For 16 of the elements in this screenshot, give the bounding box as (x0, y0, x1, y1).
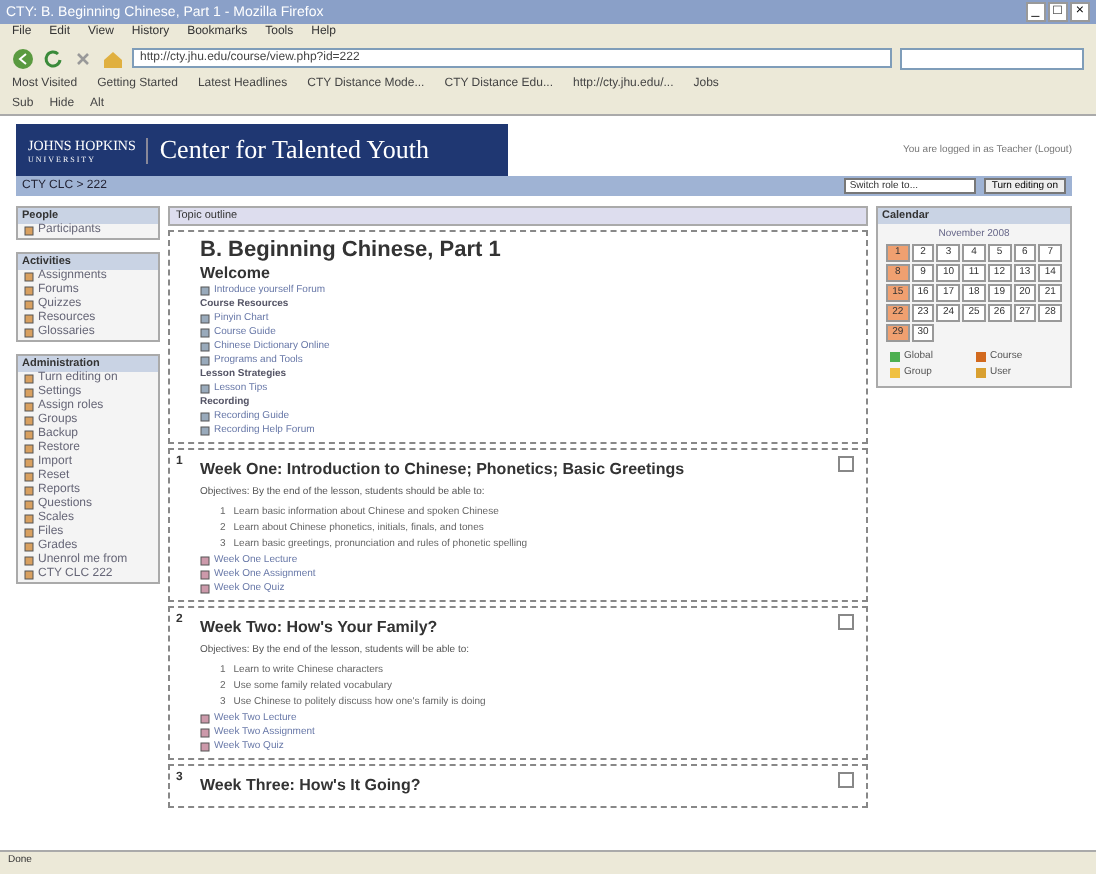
site-title: Center for Talented Youth (159, 134, 429, 166)
stop-icon[interactable] (72, 47, 94, 69)
toggle-icon[interactable] (838, 772, 854, 788)
back-icon[interactable] (12, 47, 34, 69)
week-title: Week One: Introduction to Chinese; Phonetics; Basic Greetings (200, 460, 687, 478)
section-subtitle: Welcome (200, 264, 272, 282)
reload-icon[interactable] (42, 47, 64, 69)
item-icon (24, 226, 34, 236)
resource-icon (200, 285, 210, 295)
course-title: B. Beginning Chinese, Part 1 (200, 238, 503, 262)
toggle-icon[interactable] (838, 456, 854, 472)
week-title: Week Two: How's Your Family? (200, 618, 440, 636)
resource-icon (200, 383, 210, 393)
week-title: Week Three: How's It Going? (200, 776, 423, 794)
search-field[interactable] (900, 47, 1084, 69)
toggle-icon[interactable] (838, 614, 854, 630)
